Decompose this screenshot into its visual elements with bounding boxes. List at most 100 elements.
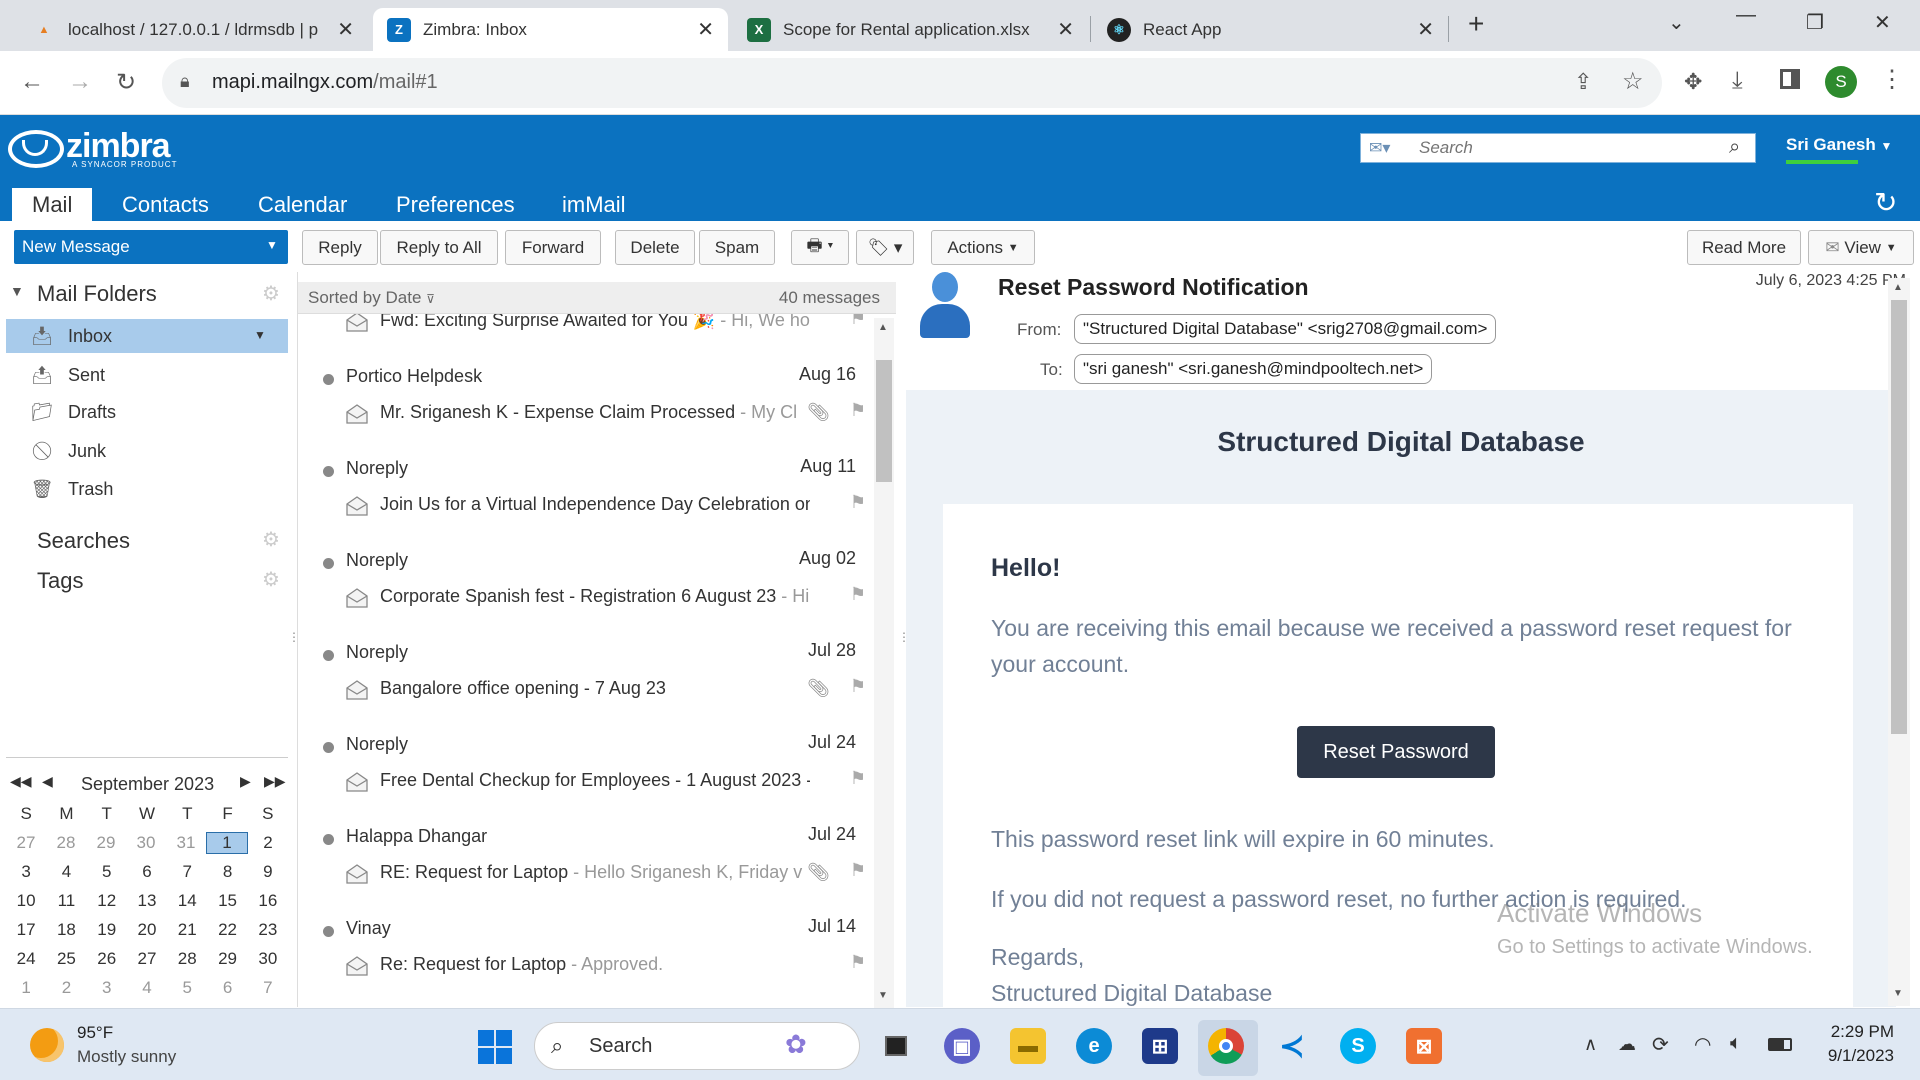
task-view-icon[interactable] bbox=[878, 1028, 914, 1064]
minimize-icon[interactable]: — bbox=[1736, 4, 1756, 27]
mail-folders-heading[interactable]: Mail Folders bbox=[37, 281, 157, 307]
reading-scrollbar[interactable]: ▲ ▼ bbox=[1888, 278, 1910, 1006]
calendar-day[interactable]: 5 bbox=[87, 862, 127, 882]
flag-icon[interactable]: ⚑ bbox=[850, 860, 866, 881]
flag-icon[interactable]: ⚑ bbox=[850, 400, 866, 421]
xampp-icon[interactable]: ⊠ bbox=[1406, 1028, 1442, 1064]
calendar-day[interactable]: 27 bbox=[127, 949, 167, 969]
tab-search-chevron-icon[interactable]: ⌄ bbox=[1668, 10, 1685, 35]
browser-tab-zimbra[interactable]: Z Zimbra: Inbox ✕ bbox=[373, 8, 728, 51]
reload-icon[interactable]: ↻ bbox=[116, 68, 136, 97]
forward-icon[interactable]: → bbox=[68, 68, 92, 96]
next-year-icon[interactable]: ▶▶ bbox=[264, 773, 286, 790]
chevron-down-icon[interactable]: ▼ bbox=[266, 238, 278, 252]
message-row[interactable]: Noreply Aug 11 Join Us for a Virtual Indep… bbox=[298, 436, 896, 528]
refresh-icon[interactable]: ↻ bbox=[1874, 186, 1897, 219]
sync-icon[interactable]: ⟳ bbox=[1652, 1032, 1669, 1057]
prev-year-icon[interactable]: ◀◀ bbox=[10, 773, 32, 790]
scroll-up-icon[interactable]: ▲ bbox=[878, 322, 888, 333]
calendar-day[interactable]: 25 bbox=[46, 949, 86, 969]
edge-icon[interactable]: e bbox=[1076, 1028, 1112, 1064]
unread-dot-icon[interactable] bbox=[323, 834, 334, 845]
unread-dot-icon[interactable] bbox=[323, 558, 334, 569]
calendar-day[interactable]: 5 bbox=[167, 978, 207, 998]
gear-icon[interactable]: ⚙ bbox=[262, 567, 280, 592]
calendar-day[interactable]: 30 bbox=[248, 949, 288, 969]
tab-contacts[interactable]: Contacts bbox=[102, 188, 229, 221]
calendar-day[interactable]: 28 bbox=[46, 833, 86, 853]
reply-button[interactable]: Reply bbox=[302, 230, 378, 265]
scrollbar-thumb[interactable] bbox=[876, 360, 892, 482]
flag-icon[interactable]: ⚑ bbox=[850, 676, 866, 697]
tab-calendar[interactable]: Calendar bbox=[238, 188, 367, 221]
message-row[interactable]: Noreply Jul 24 Free Dental Checkup for Emp… bbox=[298, 712, 896, 804]
message-row[interactable]: Noreply Aug 02 Corporate Spanish fest - Re… bbox=[298, 528, 896, 620]
scrollbar-thumb[interactable] bbox=[1891, 300, 1907, 734]
search-input[interactable] bbox=[1419, 136, 1709, 160]
prev-month-icon[interactable]: ◀ bbox=[42, 773, 53, 790]
calendar-day[interactable]: 8 bbox=[207, 862, 247, 882]
teams-chat-icon[interactable]: ▣ bbox=[944, 1028, 980, 1064]
unread-dot-icon[interactable] bbox=[323, 374, 334, 385]
calendar-day[interactable]: 22 bbox=[207, 920, 247, 940]
to-address[interactable]: "sri ganesh" <sri.ganesh@mindpooltech.ne… bbox=[1074, 354, 1433, 384]
new-message-button[interactable]: New Message ▼ bbox=[14, 230, 288, 264]
browser-tab-phpmyadmin[interactable]: ▲ localhost / 127.0.0.1 / ldrmsdb | p ✕ bbox=[18, 8, 368, 51]
calendar-day[interactable]: 2 bbox=[248, 833, 288, 853]
tab-preferences[interactable]: Preferences bbox=[376, 188, 535, 221]
calendar-day[interactable]: 27 bbox=[6, 833, 46, 853]
close-window-icon[interactable]: ✕ bbox=[1874, 10, 1891, 35]
calendar-day[interactable]: 23 bbox=[248, 920, 288, 940]
onedrive-cloud-icon[interactable]: ☁ bbox=[1618, 1034, 1636, 1055]
calendar-day[interactable]: 30 bbox=[126, 833, 166, 853]
delete-button[interactable]: Delete bbox=[615, 230, 695, 265]
wifi-icon[interactable]: ◠ bbox=[1694, 1032, 1711, 1057]
flag-icon[interactable]: ⚑ bbox=[850, 314, 866, 329]
new-tab-icon[interactable]: + bbox=[1468, 8, 1484, 40]
calendar-day[interactable]: 19 bbox=[87, 920, 127, 940]
volume-icon[interactable]: 🔈︎ bbox=[1730, 1032, 1742, 1055]
message-row[interactable]: Noreply Jul 28 Bangalore office opening - … bbox=[298, 620, 896, 712]
weather-desc[interactable]: Mostly sunny bbox=[77, 1047, 176, 1067]
gear-icon[interactable]: ⚙ bbox=[262, 281, 280, 306]
calendar-day[interactable]: 31 bbox=[166, 833, 206, 853]
searches-heading[interactable]: Searches bbox=[37, 528, 130, 554]
calendar-month-title[interactable]: September 2023 bbox=[81, 774, 214, 795]
calendar-day[interactable]: 26 bbox=[87, 949, 127, 969]
reply-all-button[interactable]: Reply to All bbox=[380, 230, 498, 265]
calendar-day[interactable]: 9 bbox=[248, 862, 288, 882]
calendar-day[interactable]: 29 bbox=[86, 833, 126, 853]
tab-immail[interactable]: imMail bbox=[542, 188, 646, 221]
message-row[interactable]: NoreplyAug 17Fwd: Exciting Surprise Awai… bbox=[298, 314, 896, 344]
unread-dot-icon[interactable] bbox=[323, 742, 334, 753]
reset-password-button[interactable]: Reset Password bbox=[1297, 726, 1495, 778]
collapse-triangle-icon[interactable]: ▼ bbox=[10, 283, 24, 299]
close-tab-icon[interactable]: ✕ bbox=[1057, 17, 1074, 42]
calendar-day[interactable]: 7 bbox=[248, 978, 288, 998]
flag-icon[interactable]: ⚑ bbox=[850, 952, 866, 973]
calendar-day[interactable]: 16 bbox=[248, 891, 288, 911]
tag-button[interactable]: 🏷︎ ▾ bbox=[856, 230, 914, 265]
spam-button[interactable]: Spam bbox=[699, 230, 775, 265]
scroll-up-icon[interactable]: ▲ bbox=[1893, 282, 1903, 293]
close-tab-icon[interactable]: ✕ bbox=[337, 17, 354, 42]
restore-icon[interactable]: ❐ bbox=[1806, 10, 1824, 35]
calendar-day[interactable]: 1 bbox=[6, 978, 46, 998]
next-month-icon[interactable]: ▶ bbox=[240, 773, 251, 790]
browser-menu-icon[interactable]: ⋮ bbox=[1880, 65, 1904, 94]
scroll-down-icon[interactable]: ▼ bbox=[1893, 988, 1903, 999]
scroll-down-icon[interactable]: ▼ bbox=[878, 990, 888, 1001]
calendar-day[interactable]: 7 bbox=[167, 862, 207, 882]
calendar-day[interactable]: 12 bbox=[87, 891, 127, 911]
taskbar-time[interactable]: 2:29 PM bbox=[1824, 1022, 1894, 1042]
calendar-day[interactable]: 3 bbox=[87, 978, 127, 998]
close-tab-icon[interactable]: ✕ bbox=[1417, 17, 1434, 42]
calendar-day[interactable]: 2 bbox=[46, 978, 86, 998]
sidebar-item-sent[interactable]: 📤︎ Sent bbox=[0, 358, 288, 392]
unread-dot-icon[interactable] bbox=[323, 466, 334, 477]
unread-dot-icon[interactable] bbox=[323, 926, 334, 937]
calendar-day[interactable]: 11 bbox=[46, 891, 86, 911]
chrome-icon[interactable] bbox=[1208, 1028, 1244, 1064]
sidebar-item-trash[interactable]: 🗑︎ Trash bbox=[0, 472, 288, 506]
calendar-day[interactable]: 17 bbox=[6, 920, 46, 940]
